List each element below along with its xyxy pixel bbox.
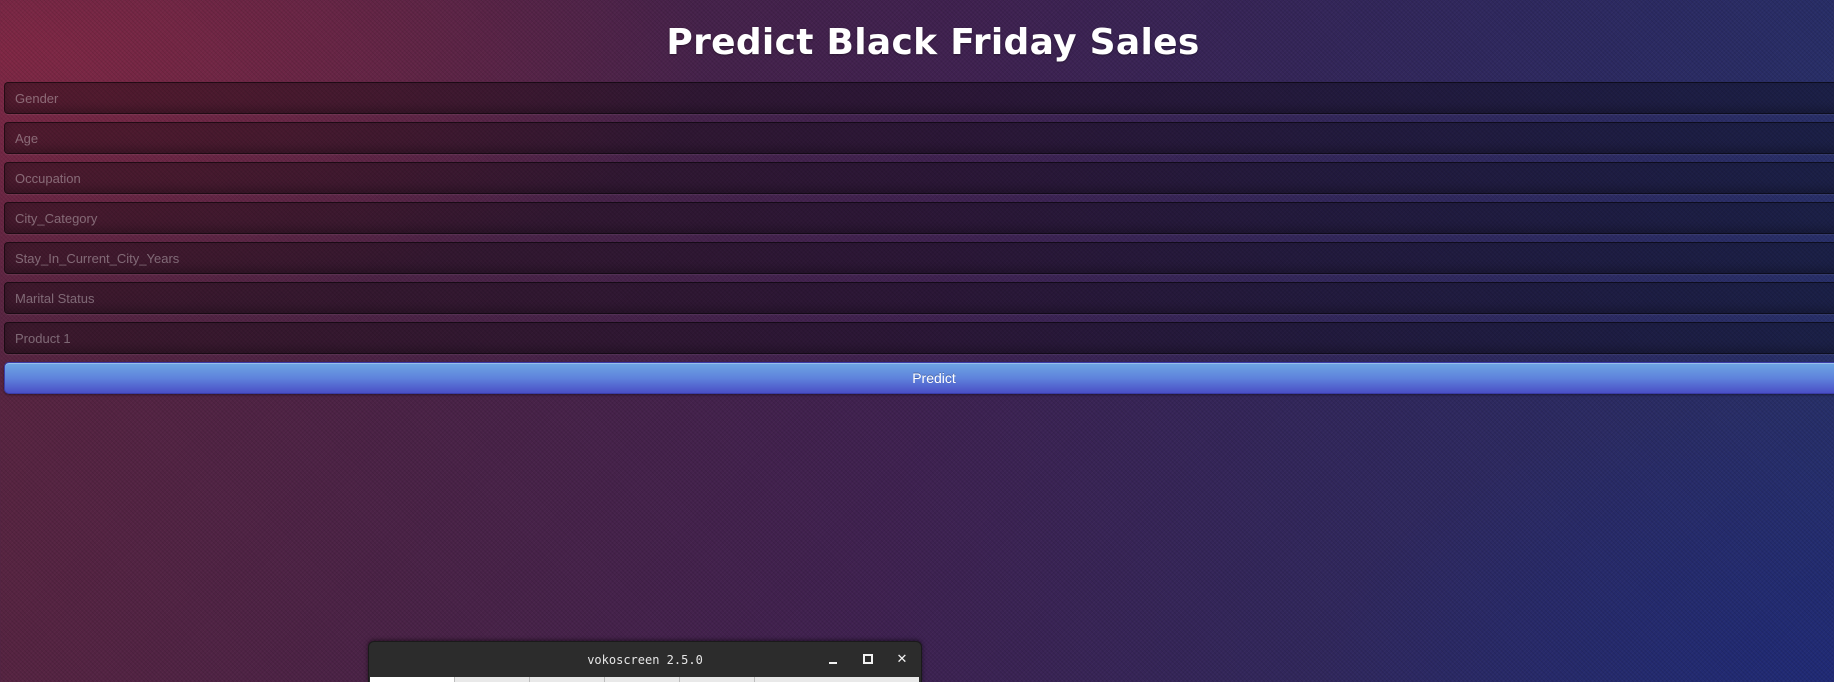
close-button[interactable]: ✕: [891, 649, 913, 669]
close-icon: ✕: [896, 651, 908, 667]
occupation-field[interactable]: [4, 162, 1834, 194]
window-tab[interactable]: [530, 677, 605, 682]
window-tab[interactable]: [370, 677, 455, 682]
window-content: [370, 677, 919, 682]
maximize-icon: [863, 654, 873, 664]
page-title: Predict Black Friday Sales: [666, 22, 1200, 63]
product-1-field[interactable]: [4, 322, 1834, 354]
predict-button[interactable]: Predict: [4, 362, 1834, 394]
window-tab[interactable]: [455, 677, 530, 682]
minimize-button[interactable]: [822, 649, 844, 669]
stay-years-field[interactable]: [4, 242, 1834, 274]
window-tab[interactable]: [680, 677, 755, 682]
maximize-button[interactable]: [857, 649, 879, 669]
gender-field[interactable]: [4, 82, 1834, 114]
window-tab[interactable]: [605, 677, 680, 682]
age-field[interactable]: [4, 122, 1834, 154]
predict-form: Predict: [4, 82, 1834, 394]
marital-status-field[interactable]: [4, 282, 1834, 314]
vokoscreen-window[interactable]: vokoscreen 2.5.0 ✕: [368, 641, 922, 682]
city-category-field[interactable]: [4, 202, 1834, 234]
minimize-icon: [829, 662, 837, 664]
